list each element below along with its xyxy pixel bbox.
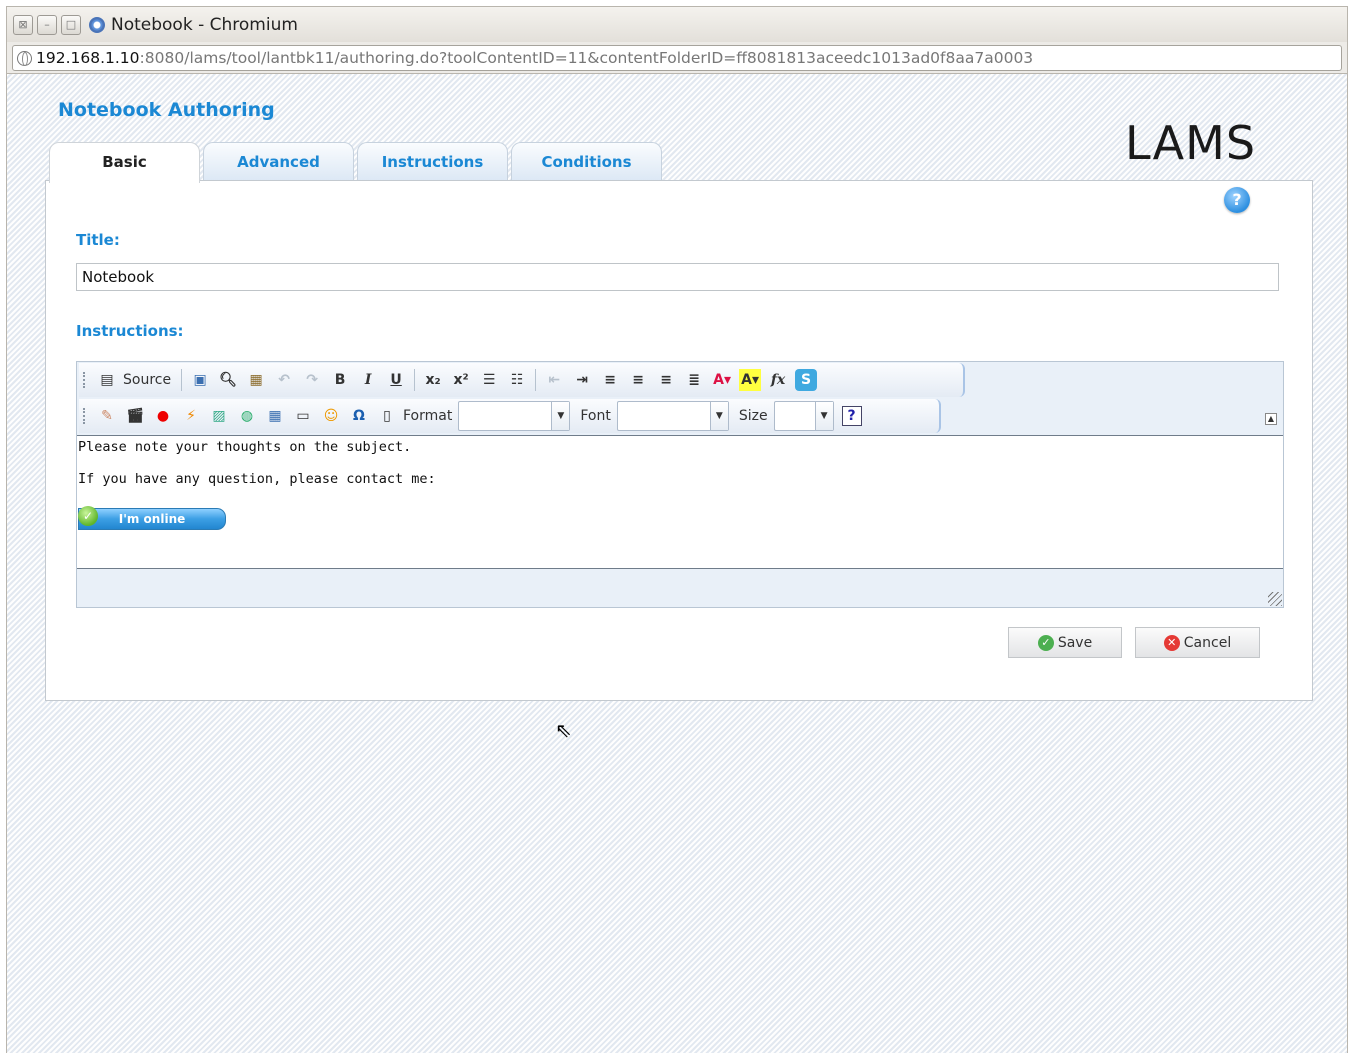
edit-icon[interactable]: ✎	[96, 405, 118, 427]
minimize-icon: –	[44, 18, 50, 31]
globe-icon	[17, 50, 32, 66]
url-host: 192.168.1.10	[36, 49, 140, 67]
title-input[interactable]	[76, 263, 1279, 291]
maximize-window-button[interactable]: □	[61, 14, 81, 35]
paste-word-icon[interactable]: ▦	[245, 369, 267, 391]
editor-line: If you have any question, please contact…	[78, 471, 436, 487]
media-icon[interactable]: 🎬︎	[124, 405, 146, 427]
check-icon: ✓	[78, 506, 98, 526]
url-path: :8080/lams/tool/lantbk11/authoring.do?to…	[139, 49, 1034, 67]
collapse-toolbar-button[interactable]: ▲	[1265, 413, 1277, 425]
undo-icon[interactable]: ↶	[273, 369, 295, 391]
tab-conditions[interactable]: Conditions	[511, 142, 662, 181]
maximize-icon: □	[65, 18, 77, 31]
flash-icon[interactable]: ⚡︎	[180, 405, 202, 427]
subscript-icon[interactable]: x₂	[422, 369, 444, 391]
tab-instructions[interactable]: Instructions	[357, 142, 508, 181]
editor-line: Please note your thoughts on the subject…	[78, 439, 412, 455]
bulleted-list-icon[interactable]: ☷	[506, 369, 528, 391]
close-icon: ⊠	[18, 18, 28, 31]
close-icon: ✕	[1163, 634, 1180, 651]
italic-icon[interactable]: I	[357, 369, 379, 391]
format-select[interactable]: ▼	[458, 401, 571, 431]
toolbar-row-2: ✎ 🎬︎ ● ⚡︎ ▨ ◍ ▦ ▭ ☺ Ω ▯ Format ▼ Font ▼ …	[79, 399, 941, 433]
bold-icon[interactable]: B	[329, 369, 351, 391]
check-icon: ✓	[1037, 634, 1054, 651]
record-icon[interactable]: ●	[152, 405, 174, 427]
size-select[interactable]: ▼	[773, 401, 834, 431]
online-status-button[interactable]: ✓ I'm online	[78, 506, 226, 530]
minimize-window-button[interactable]: –	[37, 14, 57, 35]
close-window-button[interactable]: ⊠	[13, 14, 33, 35]
window-titlebar: ⊠ – □ Notebook - Chromium	[6, 6, 1348, 42]
table-icon[interactable]: ▦	[264, 405, 286, 427]
page-content: Notebook Authoring LAMS Basic Advanced I…	[6, 74, 1348, 1053]
tab-basic[interactable]: Basic	[49, 142, 200, 183]
address-bar: 192.168.1.10:8080/lams/tool/lantbk11/aut…	[6, 42, 1348, 74]
cancel-button[interactable]: ✕ Cancel	[1135, 627, 1260, 658]
preview-icon[interactable]: 🔍︎	[217, 369, 239, 391]
tab-advanced[interactable]: Advanced	[203, 142, 354, 181]
format-label: Format	[403, 408, 453, 424]
toolbar-grip-2[interactable]	[83, 408, 87, 424]
window-title: Notebook - Chromium	[111, 14, 298, 35]
page-title: Notebook Authoring	[58, 99, 275, 121]
smiley-icon[interactable]: ☺	[320, 405, 342, 427]
save-label: Save	[1057, 634, 1093, 651]
link-globe-icon[interactable]: ◍	[236, 405, 258, 427]
editor-content[interactable]: Please note your thoughts on the subject…	[77, 435, 1283, 569]
justify-icon[interactable]: ≣	[683, 369, 705, 391]
mouse-cursor-icon: ⇖	[555, 718, 572, 742]
horizontal-rule-icon[interactable]: ▭	[292, 405, 314, 427]
templates-icon[interactable]: ▣	[189, 369, 211, 391]
image-icon[interactable]: ▨	[208, 405, 230, 427]
url-input[interactable]: 192.168.1.10:8080/lams/tool/lantbk11/aut…	[12, 45, 1342, 71]
instructions-label: Instructions:	[76, 322, 184, 340]
indent-icon[interactable]: ⇥	[571, 369, 593, 391]
toolbar-grip[interactable]	[83, 372, 87, 388]
about-icon[interactable]: ?	[841, 406, 862, 426]
superscript-icon[interactable]: x²	[450, 369, 472, 391]
toolbar-row-1: ▤ Source ▣ 🔍︎ ▦ ↶ ↷ B I U x₂ x² ☰ ☷ ⇤ ⇥ …	[79, 363, 965, 397]
chromium-icon	[89, 16, 105, 33]
special-char-icon[interactable]: Ω	[348, 405, 370, 427]
text-color-icon[interactable]: A▾	[711, 369, 733, 391]
source-button[interactable]: Source	[123, 372, 171, 388]
font-label: Font	[580, 408, 611, 424]
cancel-label: Cancel	[1183, 634, 1232, 651]
help-icon[interactable]: ?	[1224, 187, 1250, 213]
formula-icon[interactable]: fx	[767, 369, 789, 391]
title-label: Title:	[76, 231, 120, 249]
underline-icon[interactable]: U	[385, 369, 407, 391]
basic-panel: ? Title: Instructions: ▤ Source ▣ 🔍︎ ▦ ↶…	[45, 180, 1313, 701]
chevron-down-icon: ▼	[709, 402, 728, 430]
align-left-icon[interactable]: ≡	[599, 369, 621, 391]
redo-icon[interactable]: ↷	[301, 369, 323, 391]
chevron-down-icon: ▼	[551, 402, 570, 430]
page-break-icon[interactable]: ▯	[376, 405, 398, 427]
outdent-icon[interactable]: ⇤	[543, 369, 565, 391]
save-button[interactable]: ✓ Save	[1008, 627, 1122, 658]
size-label: Size	[738, 408, 768, 424]
lams-logo: LAMS	[1125, 116, 1257, 170]
source-icon[interactable]: ▤	[96, 369, 118, 391]
rich-text-editor: ▤ Source ▣ 🔍︎ ▦ ↶ ↷ B I U x₂ x² ☰ ☷ ⇤ ⇥ …	[76, 361, 1284, 608]
align-right-icon[interactable]: ≡	[655, 369, 677, 391]
background-color-icon[interactable]: A▾	[739, 369, 762, 391]
skype-icon[interactable]: S	[795, 369, 818, 391]
online-status-label: I'm online	[118, 512, 186, 526]
chevron-down-icon: ▼	[814, 402, 833, 430]
resize-handle[interactable]	[1268, 592, 1282, 606]
font-select[interactable]: ▼	[616, 401, 729, 431]
align-center-icon[interactable]: ≡	[627, 369, 649, 391]
numbered-list-icon[interactable]: ☰	[478, 369, 500, 391]
